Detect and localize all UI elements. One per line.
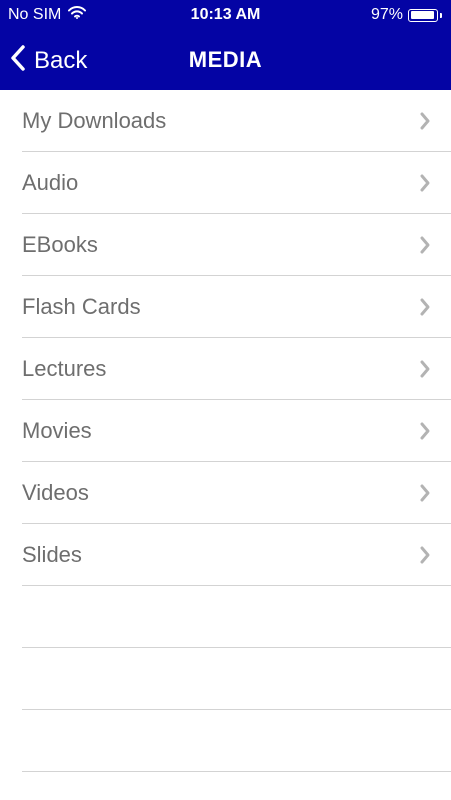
list-item-audio[interactable]: Audio — [22, 152, 451, 214]
list-item-slides[interactable]: Slides — [22, 524, 451, 586]
chevron-right-icon — [419, 545, 431, 570]
list-item-videos[interactable]: Videos — [22, 462, 451, 524]
status-bar: No SIM 10:13 AM 97% — [0, 0, 451, 30]
chevron-right-icon — [419, 173, 431, 198]
empty-row — [22, 710, 451, 772]
list-item-movies[interactable]: Movies — [22, 400, 451, 462]
list-item-ebooks[interactable]: EBooks — [22, 214, 451, 276]
empty-row — [22, 648, 451, 710]
battery-cap — [440, 12, 442, 18]
chevron-right-icon — [419, 483, 431, 508]
battery-fill — [410, 11, 434, 19]
chevron-right-icon — [419, 359, 431, 384]
list-item-label: My Downloads — [22, 108, 167, 133]
chevron-right-icon — [419, 111, 431, 136]
list-item-label: Slides — [22, 542, 82, 567]
list-item-label: Videos — [22, 480, 89, 505]
list-item-label: Audio — [22, 170, 79, 195]
list-item-flash-cards[interactable]: Flash Cards — [22, 276, 451, 338]
page-title: MEDIA — [188, 47, 263, 72]
chevron-right-icon — [419, 421, 431, 446]
media-list: My Downloads Audio EBooks Flash Cards Le… — [0, 90, 451, 772]
list-item-my-downloads[interactable]: My Downloads — [22, 90, 451, 152]
list-item-label: Lectures — [22, 356, 107, 381]
chevron-right-icon — [419, 235, 431, 260]
list-item-label: Movies — [22, 418, 92, 443]
list-item-label: EBooks — [22, 232, 98, 257]
empty-row — [22, 586, 451, 648]
chevron-right-icon — [419, 297, 431, 322]
app-header: No SIM 10:13 AM 97% Back MEDIA — [0, 0, 451, 90]
list-item-lectures[interactable]: Lectures — [22, 338, 451, 400]
list-item-label: Flash Cards — [22, 294, 141, 319]
battery-icon — [408, 8, 438, 22]
status-right: 97% — [371, 6, 442, 24]
nav-bar: Back MEDIA — [0, 30, 451, 90]
battery-percent: 97% — [370, 6, 403, 23]
